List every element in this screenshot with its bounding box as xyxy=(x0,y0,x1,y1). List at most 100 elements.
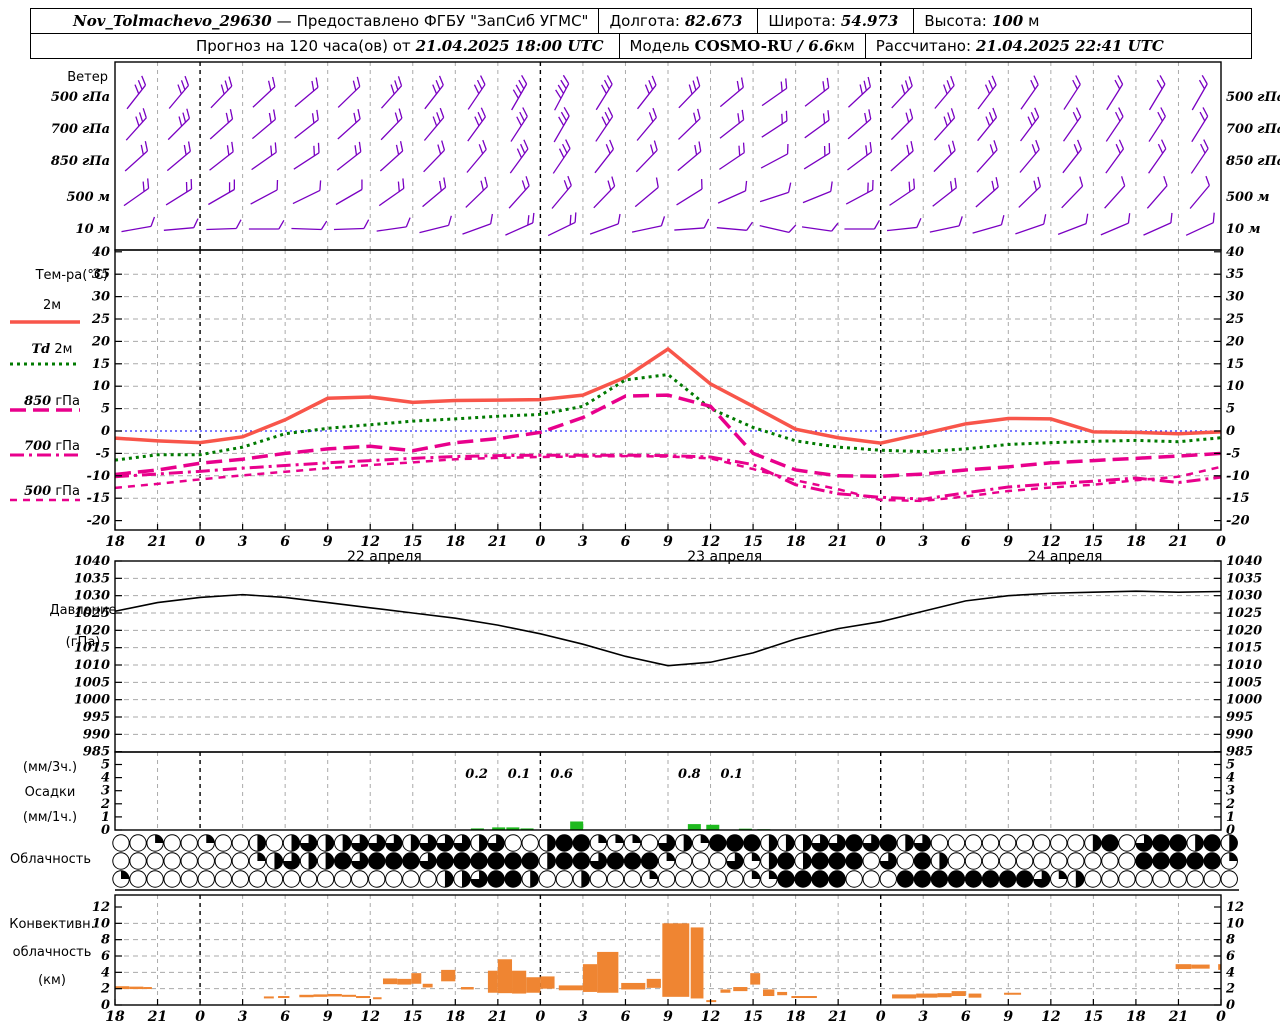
svg-text:-20: -20 xyxy=(1226,514,1250,529)
calc-time: 21.04.2025 22:41 UTC xyxy=(976,37,1164,55)
convective-cloud-bars xyxy=(115,923,1222,1003)
svg-text:21: 21 xyxy=(1168,1009,1188,1024)
model-name: COSMO-RU xyxy=(694,37,793,55)
svg-text:5: 5 xyxy=(1226,758,1235,773)
conv-bar xyxy=(373,997,382,1000)
pressure-title: Давление xyxy=(49,603,117,618)
conv-bar xyxy=(327,993,342,997)
cloud-cover-rows xyxy=(112,834,1239,891)
svg-text:6: 6 xyxy=(280,1009,290,1024)
svg-text:18: 18 xyxy=(105,534,125,550)
svg-text:12: 12 xyxy=(1226,900,1244,915)
svg-text:1030: 1030 xyxy=(74,589,110,604)
svg-text:20: 20 xyxy=(1225,334,1244,349)
svg-text:12: 12 xyxy=(1041,1009,1061,1024)
svg-text:990: 990 xyxy=(1226,727,1253,742)
svg-text:2: 2 xyxy=(1225,982,1235,997)
conv-bar xyxy=(1004,992,1022,995)
svg-text:8: 8 xyxy=(1226,933,1235,948)
svg-text:40: 40 xyxy=(1226,245,1244,260)
conv-bar xyxy=(582,964,598,992)
conv-bar xyxy=(1175,964,1192,970)
svg-text:9: 9 xyxy=(663,1009,673,1024)
altitude-value: 100 xyxy=(991,12,1024,30)
svg-text:5: 5 xyxy=(101,758,110,773)
svg-text:-5: -5 xyxy=(1226,446,1240,461)
conv-bar xyxy=(411,973,422,984)
svg-text:700гПа: 700гПа xyxy=(51,122,110,137)
svg-text:1040: 1040 xyxy=(74,554,110,569)
svg-text:1020: 1020 xyxy=(1226,623,1262,638)
conv-bar xyxy=(720,989,731,993)
svg-text:0: 0 xyxy=(1226,424,1235,439)
svg-text:21: 21 xyxy=(147,534,167,550)
svg-text:9: 9 xyxy=(323,1009,333,1024)
svg-text:0: 0 xyxy=(536,534,546,550)
pressure-line xyxy=(114,590,1222,667)
svg-text:15: 15 xyxy=(403,534,422,550)
conv-bar xyxy=(892,994,917,999)
forecast-label: Прогноз на 120 часа(ов) от xyxy=(196,37,411,55)
svg-text:24 апреля: 24 апреля xyxy=(1028,549,1103,565)
svg-text:18: 18 xyxy=(1126,534,1146,550)
svg-text:1035: 1035 xyxy=(74,571,110,586)
model-resolution-unit: км xyxy=(834,37,855,55)
separator xyxy=(864,34,866,58)
dash: — xyxy=(276,12,292,30)
svg-text:0: 0 xyxy=(1216,1009,1226,1024)
conv-title-1: Конвективн. xyxy=(9,917,95,932)
svg-text:4: 4 xyxy=(101,771,110,786)
svg-text:21: 21 xyxy=(827,534,847,550)
conv-bar xyxy=(526,977,541,993)
precip-unit-3h: (мм/3ч.) xyxy=(22,760,78,775)
header-row-model: Прогноз на 120 часа(ов) от 21.04.2025 18… xyxy=(31,34,1251,58)
svg-text:18: 18 xyxy=(446,534,466,550)
svg-text:0: 0 xyxy=(1226,823,1235,838)
svg-text:-10: -10 xyxy=(1226,469,1250,484)
svg-text:10: 10 xyxy=(1226,379,1244,394)
svg-text:850гПа: 850гПа xyxy=(51,154,110,169)
svg-text:15: 15 xyxy=(1084,534,1103,550)
svg-text:9: 9 xyxy=(1003,1009,1013,1024)
svg-text:4: 4 xyxy=(1226,965,1235,980)
svg-text:6: 6 xyxy=(621,534,631,550)
svg-text:21: 21 xyxy=(147,1009,167,1024)
conv-bar xyxy=(791,996,817,999)
svg-text:1005: 1005 xyxy=(74,675,110,690)
conv-bar xyxy=(487,970,498,993)
svg-text:0: 0 xyxy=(536,1009,546,1024)
conv-bar xyxy=(968,993,982,998)
svg-text:3: 3 xyxy=(101,784,110,799)
svg-text:6: 6 xyxy=(961,534,971,550)
svg-text:3: 3 xyxy=(238,534,248,550)
legend-t2m: 2м xyxy=(42,298,62,313)
svg-text:850гПа: 850гПа xyxy=(1226,154,1280,169)
longitude-value: 82.673 xyxy=(684,12,743,30)
svg-text:500м: 500 м xyxy=(67,190,111,205)
conv-bar xyxy=(916,993,938,998)
legend-t700: 700 гПа xyxy=(24,439,80,454)
svg-text:995: 995 xyxy=(1226,710,1253,725)
conv-bar xyxy=(382,978,398,985)
svg-text:3: 3 xyxy=(238,1009,248,1024)
latitude-label: Широта: xyxy=(768,12,836,30)
svg-text:6: 6 xyxy=(961,1009,971,1024)
conv-bar xyxy=(690,927,704,999)
conv-bar xyxy=(299,994,314,998)
svg-text:-15: -15 xyxy=(1226,491,1250,506)
model-resolution: / 6.6 xyxy=(797,37,835,55)
svg-text:500гПа: 500гПа xyxy=(1226,90,1280,105)
svg-text:0: 0 xyxy=(195,1009,205,1024)
svg-text:0.1: 0.1 xyxy=(508,767,531,782)
svg-text:1030: 1030 xyxy=(1226,589,1262,604)
conv-bar xyxy=(441,969,456,982)
svg-text:0.6: 0.6 xyxy=(550,767,573,782)
header-row-station: Nov_Tolmachevo_29630 — Предоставлено ФГБ… xyxy=(31,9,1251,34)
station-name: Nov_Tolmachevo_29630 xyxy=(73,12,272,30)
header-box: Nov_Tolmachevo_29630 — Предоставлено ФГБ… xyxy=(30,8,1252,59)
svg-text:1010: 1010 xyxy=(1226,658,1262,673)
svg-text:12: 12 xyxy=(701,1009,721,1024)
svg-text:0.2: 0.2 xyxy=(465,767,488,782)
svg-text:15: 15 xyxy=(1084,1009,1103,1024)
svg-text:1000: 1000 xyxy=(74,693,110,708)
